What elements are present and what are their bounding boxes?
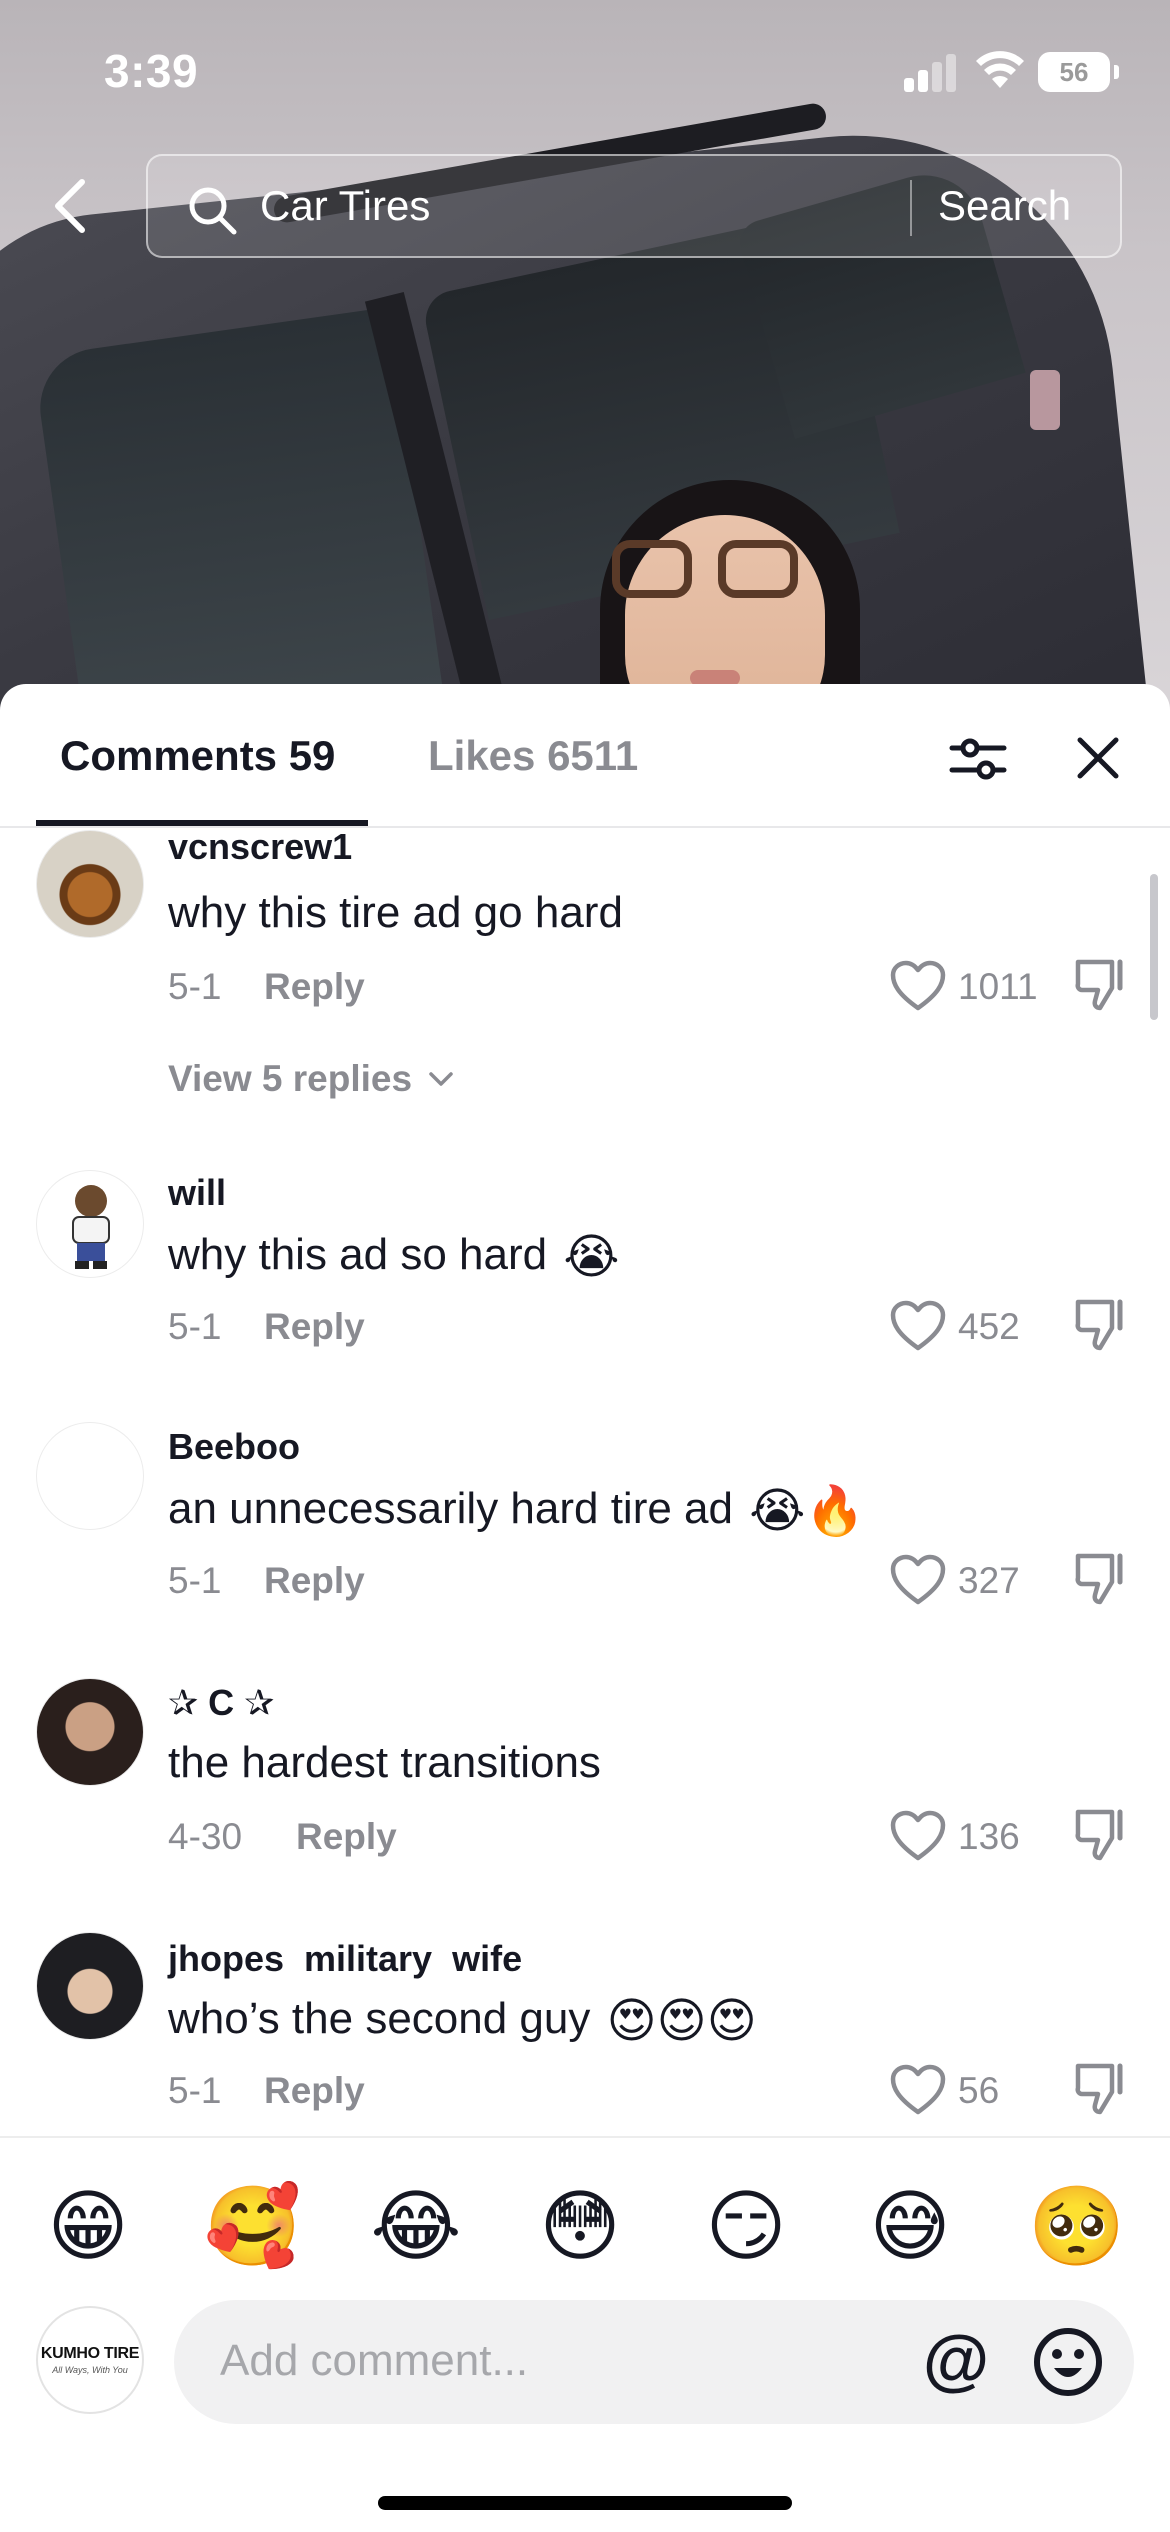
quick-emoji-button[interactable]: 😳 (532, 2178, 628, 2274)
comment-emoji: 😭🔥 (749, 1485, 866, 1538)
view-replies-label: View 5 replies (168, 1058, 413, 1099)
avatar[interactable] (36, 1170, 144, 1278)
comment-text: why this ad so hard 😭 (168, 1230, 619, 1282)
quick-emoji-button[interactable]: 🥺 (1028, 2178, 1125, 2274)
comment-date: 4-30 (168, 1816, 243, 1857)
reply-button[interactable]: Reply (264, 2070, 365, 2112)
comment-username[interactable]: vcnscrew1 (168, 826, 352, 868)
comment-username[interactable]: jhopes military wife (168, 1938, 522, 1980)
brand-tagline: All Ways, With You (52, 2365, 128, 2375)
quick-emoji-button[interactable]: 😅 (862, 2178, 958, 2274)
search-button[interactable]: Search (938, 182, 1071, 230)
comment-date: 5-1 (168, 2070, 222, 2111)
comment-username[interactable]: Beeboo (168, 1426, 300, 1468)
sliders-icon (949, 738, 1007, 780)
view-replies-button[interactable]: View 5 replies (168, 1058, 454, 1100)
comment-emoji: 😭 (563, 1231, 620, 1284)
chevron-down-icon (429, 1072, 454, 1086)
search-query[interactable]: Car Tires (260, 182, 430, 230)
thumbs-down-icon[interactable] (1072, 1296, 1128, 1352)
like-count: 56 (958, 2070, 1000, 2111)
comment-text: the hardest transitions (168, 1738, 601, 1787)
thumbs-down-icon[interactable] (1072, 1806, 1128, 1862)
reply-button[interactable]: Reply (296, 1816, 397, 1858)
comment-composer: 😁 🥰 😂 😳 😏 😅 🥺 KUMHO TIRE All Ways, With … (0, 2136, 1170, 2532)
like-count: 327 (958, 1560, 1020, 1601)
comment-text-body: an unnecessarily hard tire ad (168, 1484, 733, 1533)
chevron-left-icon (55, 179, 85, 233)
comment-text: why this tire ad go hard (168, 888, 623, 937)
quick-emoji-bar: 😁 🥰 😂 😳 😏 😅 🥺 (0, 2168, 1170, 2288)
heart-outline-icon[interactable] (890, 2064, 946, 2116)
scrollbar[interactable] (1150, 874, 1158, 1020)
heart-outline-icon[interactable] (890, 1300, 946, 1352)
reply-button[interactable]: Reply (264, 966, 365, 1008)
mention-icon[interactable]: @ (918, 2324, 994, 2400)
add-comment-input[interactable]: Add comment... @ (174, 2300, 1134, 2424)
like-count: 136 (958, 1816, 1020, 1857)
avatar[interactable] (36, 1422, 144, 1530)
reply-button[interactable]: Reply (264, 1560, 365, 1602)
current-user-avatar[interactable]: KUMHO TIRE All Ways, With You (36, 2306, 144, 2414)
comment-text-body: who’s the second guy (168, 1994, 591, 2043)
comment-text: an unnecessarily hard tire ad 😭🔥 (168, 1484, 865, 1536)
quick-emoji-button[interactable]: 😏 (698, 2178, 794, 2274)
filter-button[interactable] (948, 730, 1008, 786)
like-count: 1011 (958, 966, 1038, 1007)
heart-outline-icon[interactable] (890, 1554, 946, 1606)
avatar[interactable] (36, 1932, 144, 2040)
tab-likes[interactable]: Likes 6511 (428, 732, 638, 780)
avatar-illustration (72, 1185, 110, 1269)
quick-emoji-button[interactable]: 🥰 (204, 2178, 301, 2274)
cellular-signal-icon (904, 52, 958, 92)
search-bar[interactable]: Car Tires Search (146, 154, 1122, 258)
comment-text-body: why this ad so hard (168, 1230, 548, 1279)
add-comment-placeholder[interactable]: Add comment... (220, 2336, 528, 2386)
avatar[interactable] (36, 1678, 144, 1786)
thumbs-down-icon[interactable] (1072, 2060, 1128, 2116)
home-indicator (378, 2496, 792, 2510)
person-glasses (612, 540, 798, 600)
status-bar: 3:39 56 (0, 0, 1170, 150)
like-count: 452 (958, 1306, 1020, 1347)
reply-button[interactable]: Reply (264, 1306, 365, 1348)
search-divider (910, 180, 912, 236)
status-time: 3:39 (104, 45, 199, 97)
van-taillight (1030, 370, 1060, 430)
comment-emoji: 😍😍😍 (606, 1995, 757, 2048)
wifi-icon (976, 51, 1024, 88)
heart-outline-icon[interactable] (890, 1810, 946, 1862)
tab-comments[interactable]: Comments 59 (60, 732, 335, 780)
brand-logo-text: KUMHO TIRE (40, 2345, 140, 2362)
comment-date: 5-1 (168, 966, 222, 1007)
battery-icon: 56 (1038, 52, 1119, 92)
comment-date: 5-1 (168, 1306, 222, 1347)
comment-date: 5-1 (168, 1560, 222, 1601)
comment-username[interactable]: will (168, 1172, 226, 1214)
back-button[interactable] (40, 170, 100, 242)
heart-outline-icon[interactable] (890, 960, 946, 1012)
thumbs-down-icon[interactable] (1072, 1550, 1128, 1606)
quick-emoji-button[interactable]: 😂 (368, 2178, 464, 2274)
comments-tabs: Comments 59 Likes 6511 (0, 684, 1170, 828)
thumbs-down-icon[interactable] (1072, 956, 1128, 1012)
close-icon (1077, 737, 1119, 779)
smiley-icon[interactable] (1030, 2324, 1106, 2400)
comment-text: who’s the second guy 😍😍😍 (168, 1994, 757, 2046)
quick-emoji-button[interactable]: 😁 (40, 2178, 136, 2274)
search-icon (189, 187, 237, 235)
comment-username[interactable]: ✰ C ✰ (168, 1682, 274, 1724)
avatar[interactable] (36, 830, 144, 938)
close-button[interactable] (1070, 730, 1126, 786)
